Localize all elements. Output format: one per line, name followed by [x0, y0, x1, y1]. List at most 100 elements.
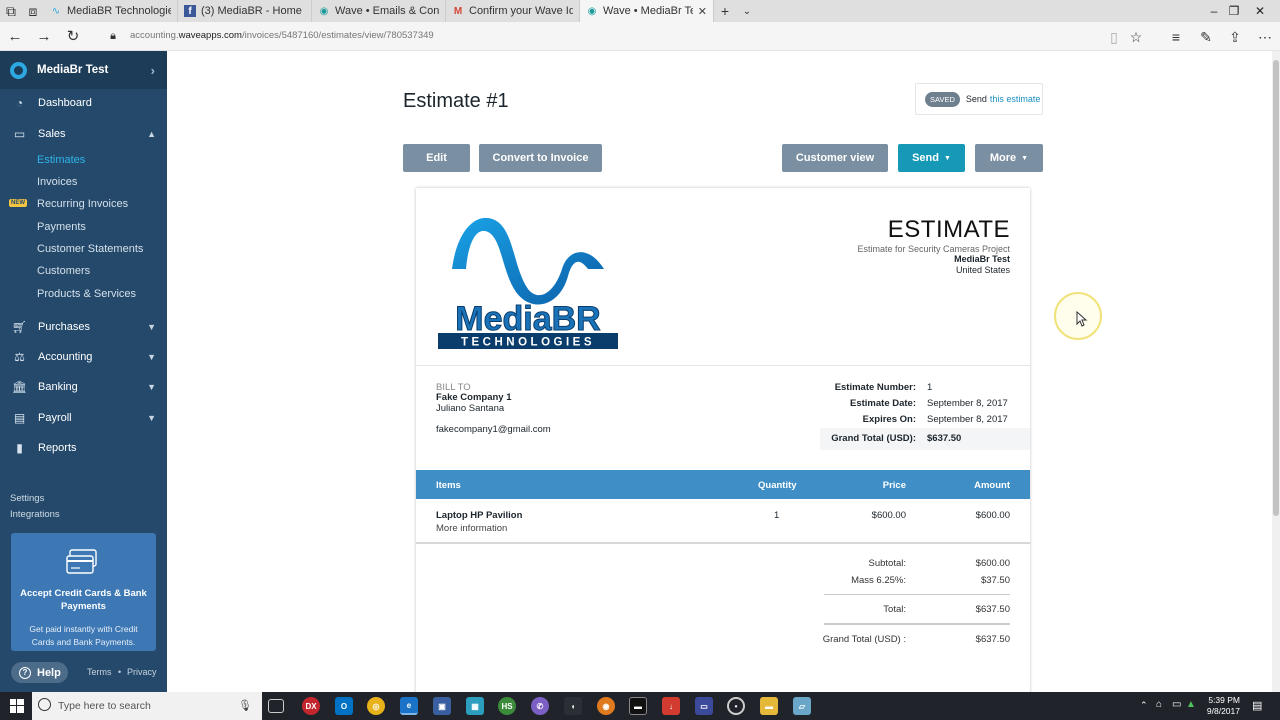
- nav-dashboard[interactable]: ◔ Dashboard: [0, 90, 167, 116]
- app-dx-icon[interactable]: DX: [302, 697, 320, 715]
- nav-payroll[interactable]: ▤ Payroll ▼: [0, 405, 167, 431]
- estimate-subtitle: Estimate for Security Cameras Project: [857, 244, 1010, 254]
- nav-accounting[interactable]: ⚖︎ Accounting ▼: [0, 344, 167, 370]
- payments-promo-card[interactable]: Accept Credit Cards & Bank Payments Get …: [11, 533, 156, 651]
- sidebar-item-customers[interactable]: Customers: [37, 265, 90, 277]
- chevron-right-icon: ›: [150, 62, 155, 78]
- customer-view-button[interactable]: Customer view: [782, 144, 888, 172]
- favorite-star-icon[interactable]: ☆: [1126, 27, 1146, 47]
- download-icon[interactable]: ↓: [662, 697, 680, 715]
- tab-preview-icon[interactable]: ⧈: [22, 0, 44, 22]
- estimate-date-label: Estimate Date:: [850, 398, 916, 409]
- close-icon[interactable]: ✕: [698, 5, 707, 18]
- send-estimate-link[interactable]: this estimate: [990, 94, 1041, 104]
- tax-label: Mass 6.25%:: [851, 575, 906, 586]
- photos-icon[interactable]: ▦: [466, 697, 484, 715]
- integrations-link[interactable]: Integrations: [10, 509, 60, 520]
- grand-total-value: $637.50: [927, 433, 962, 444]
- lock-icon: 🔒︎: [110, 29, 116, 42]
- app-icon[interactable]: ▣: [433, 697, 451, 715]
- network-icon[interactable]: ⌂: [1156, 699, 1162, 710]
- new-tab-icon[interactable]: +: [714, 0, 736, 22]
- estimate-date: September 8, 2017: [927, 398, 1008, 409]
- taskbar-clock[interactable]: 5:39 PM 9/8/2017: [1196, 695, 1240, 717]
- browser-tab-title: MediaBR Technologies – Pro: [67, 5, 171, 17]
- bill-to-contact: Juliano Santana: [436, 403, 505, 414]
- chevron-down-icon[interactable]: ⌄: [736, 0, 758, 22]
- scrollbar-thumb[interactable]: [1273, 60, 1279, 516]
- nav-reports[interactable]: ▮ Reports: [0, 435, 167, 461]
- chevron-up-icon: ▲: [147, 129, 156, 139]
- business-switcher[interactable]: MediaBr Test ›: [0, 51, 167, 89]
- hub-icon[interactable]: ≡: [1166, 27, 1186, 47]
- terminal-icon[interactable]: ▬: [629, 697, 647, 715]
- nav-label: Payroll: [38, 412, 72, 424]
- privacy-link[interactable]: Privacy: [127, 667, 157, 677]
- refresh-icon[interactable]: ↻: [62, 26, 84, 46]
- sidebar-item-invoices[interactable]: Invoices: [37, 176, 77, 188]
- tray-chevron-up-icon[interactable]: ⌃: [1140, 700, 1148, 711]
- tab-actions-icon[interactable]: ⧉: [0, 0, 22, 22]
- company-name: MediaBr Test: [954, 254, 1010, 264]
- app-icon[interactable]: ▭: [695, 697, 713, 715]
- nav-sales[interactable]: ▭ Sales ▲: [0, 121, 167, 147]
- more-button[interactable]: More ▼: [975, 144, 1043, 172]
- edge-icon[interactable]: e: [400, 697, 418, 715]
- viber-icon[interactable]: ✆: [531, 697, 549, 715]
- drive-icon[interactable]: ▲: [1186, 699, 1196, 710]
- task-view-icon[interactable]: [268, 699, 284, 713]
- record-icon[interactable]: •: [727, 697, 745, 715]
- address-bar: ← → ↻ 🔒︎ accounting.waveapps.com/invoice…: [0, 22, 1280, 51]
- browser-tab[interactable]: f (3) MediaBR - Home: [178, 0, 312, 22]
- close-window-icon[interactable]: ✕: [1240, 0, 1280, 22]
- url-field[interactable]: accounting.waveapps.com/invoices/5487160…: [130, 30, 434, 41]
- scale-icon: ⚖︎: [14, 350, 25, 364]
- sidebar-item-customer-statements[interactable]: Customer Statements: [37, 243, 143, 255]
- app-icon[interactable]: ◖: [564, 697, 582, 715]
- send-label: Send: [912, 152, 939, 164]
- line-item-quantity: 1: [774, 510, 780, 521]
- gmail-icon: M: [453, 5, 463, 17]
- file-explorer-icon[interactable]: ▬: [760, 697, 778, 715]
- browser-tab[interactable]: ◉ Wave • Emails & Connected: [312, 0, 446, 22]
- more-icon[interactable]: ⋯: [1255, 27, 1275, 47]
- url-path: /invoices/5487160/estimates/view/7805373…: [241, 30, 434, 41]
- share-icon[interactable]: ⇪: [1225, 27, 1245, 47]
- app-hs-icon[interactable]: HS: [498, 697, 516, 715]
- expires-on: September 8, 2017: [927, 414, 1008, 425]
- windows-start-icon[interactable]: [8, 697, 26, 715]
- firefox-icon[interactable]: ◉: [597, 697, 615, 715]
- terms-link[interactable]: Terms: [87, 667, 112, 677]
- estimate-number-label: Estimate Number:: [834, 382, 916, 393]
- settings-link[interactable]: Settings: [10, 493, 44, 504]
- browser-tab[interactable]: ∿ MediaBR Technologies – Pro: [44, 0, 178, 22]
- clock-time: 5:39 PM: [1208, 695, 1240, 705]
- message-icon[interactable]: ▭: [1172, 699, 1181, 710]
- send-button[interactable]: Send ▼: [898, 144, 965, 172]
- chrome-icon[interactable]: ◎: [367, 697, 385, 715]
- back-icon[interactable]: ←: [4, 26, 26, 46]
- sidebar-item-recurring-invoices[interactable]: Recurring Invoices: [37, 198, 128, 210]
- browser-tab[interactable]: M Confirm your Wave Identity: [446, 0, 580, 22]
- nav-purchases[interactable]: 🛒︎ Purchases ▼: [0, 314, 167, 340]
- sidebar-item-payments[interactable]: Payments: [37, 221, 86, 233]
- mouse-pointer-icon: [1076, 311, 1088, 327]
- divider: [416, 365, 1030, 366]
- app-icon[interactable]: ▱: [793, 697, 811, 715]
- nav-banking[interactable]: 🏛︎ Banking ▼: [0, 374, 167, 400]
- line-item-amount: $600.00: [975, 510, 1010, 521]
- grand-total-usd-value: $637.50: [975, 634, 1010, 645]
- notifications-icon[interactable]: ▤: [1252, 699, 1262, 712]
- forward-icon[interactable]: →: [33, 26, 55, 46]
- convert-to-invoice-button[interactable]: Convert to Invoice: [479, 144, 602, 172]
- edit-button[interactable]: Edit: [403, 144, 470, 172]
- web-note-icon[interactable]: ✎: [1196, 27, 1216, 47]
- sidebar-item-products-services[interactable]: Products & Services: [37, 288, 136, 300]
- help-button[interactable]: ? Help: [11, 662, 68, 683]
- promo-title: Accept Credit Cards & Bank Payments: [20, 588, 147, 612]
- sidebar-item-estimates[interactable]: Estimates: [37, 154, 85, 166]
- browser-tab-active[interactable]: ◉ Wave • MediaBr Test • E ✕: [580, 0, 714, 22]
- outlook-icon[interactable]: O: [335, 697, 353, 715]
- reading-view-icon[interactable]: ▯: [1104, 27, 1124, 47]
- taskbar-search-input[interactable]: Type here to search 🎙︎: [32, 692, 262, 720]
